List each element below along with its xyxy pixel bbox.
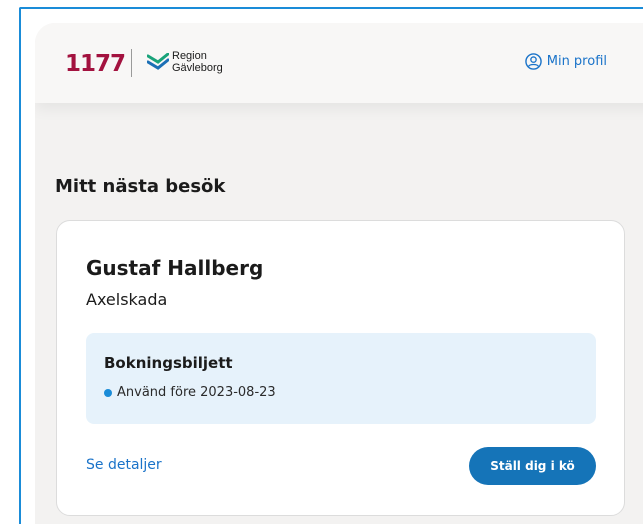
user-circle-icon xyxy=(524,53,542,70)
region-line-2: Gävleborg xyxy=(172,62,223,74)
region-name: Region Gävleborg xyxy=(172,50,223,74)
status-dot-icon xyxy=(104,388,112,397)
logo-divider xyxy=(131,49,132,77)
ticket-title: Bokningsbiljett xyxy=(104,354,233,372)
ticket-status-text: Använd före 2023-08-23 xyxy=(117,385,276,400)
doctor-name: Gustaf Hallberg xyxy=(86,256,264,280)
app-screen: 1177 Region Gävleborg Min profil Mitt nä… xyxy=(35,23,643,524)
logo-1177[interactable]: 1177 xyxy=(65,51,126,77)
see-details-link[interactable]: Se detaljer xyxy=(86,457,162,473)
section-title: Mitt nästa besök xyxy=(55,176,226,197)
app-frame: 1177 Region Gävleborg Min profil Mitt nä… xyxy=(19,7,643,524)
join-queue-button[interactable]: Ställ dig i kö xyxy=(469,447,596,485)
my-profile-link[interactable]: Min profil xyxy=(524,53,607,70)
visit-reason: Axelskada xyxy=(86,290,168,309)
ticket-status: Använd före 2023-08-23 xyxy=(104,385,276,400)
header: 1177 Region Gävleborg Min profil xyxy=(35,23,643,103)
region-logo-icon xyxy=(147,53,169,70)
region-line-1: Region xyxy=(172,50,207,62)
booking-ticket: Bokningsbiljett Använd före 2023-08-23 xyxy=(86,333,596,424)
my-profile-label: Min profil xyxy=(546,54,607,69)
next-visit-card: Gustaf Hallberg Axelskada Bokningsbiljet… xyxy=(56,220,625,516)
